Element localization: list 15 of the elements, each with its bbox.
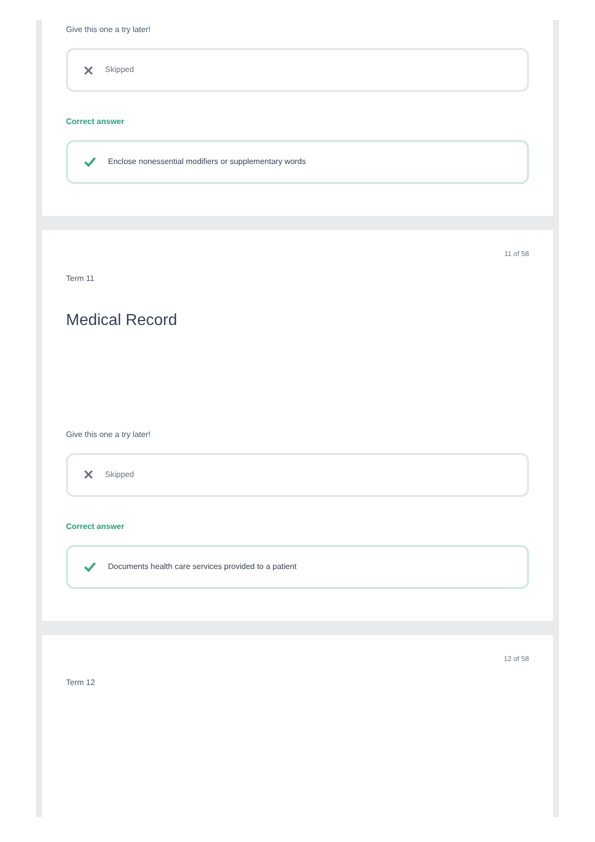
check-icon — [84, 157, 96, 167]
prompt-text: Give this one a try later! — [66, 428, 152, 440]
prompt-text: Give this one a try later! — [66, 24, 152, 36]
answer-status: Skipped — [105, 64, 134, 76]
term-label: Term 12 — [66, 677, 96, 689]
close-icon — [84, 470, 93, 479]
correct-answer-text: Documents health care services provided to a patient — [108, 560, 297, 572]
correct-answer-label: Correct answer — [66, 116, 126, 128]
check-icon — [84, 562, 96, 572]
correct-answer-label: Correct answer — [66, 520, 126, 532]
answer-status: Skipped — [105, 468, 134, 480]
term-text: Medical Record — [66, 310, 178, 330]
correct-answer-text: Enclose nonessential modifiers or supplementary words — [108, 156, 306, 168]
term-label: Term 11 — [66, 272, 96, 284]
close-icon — [84, 66, 93, 74]
